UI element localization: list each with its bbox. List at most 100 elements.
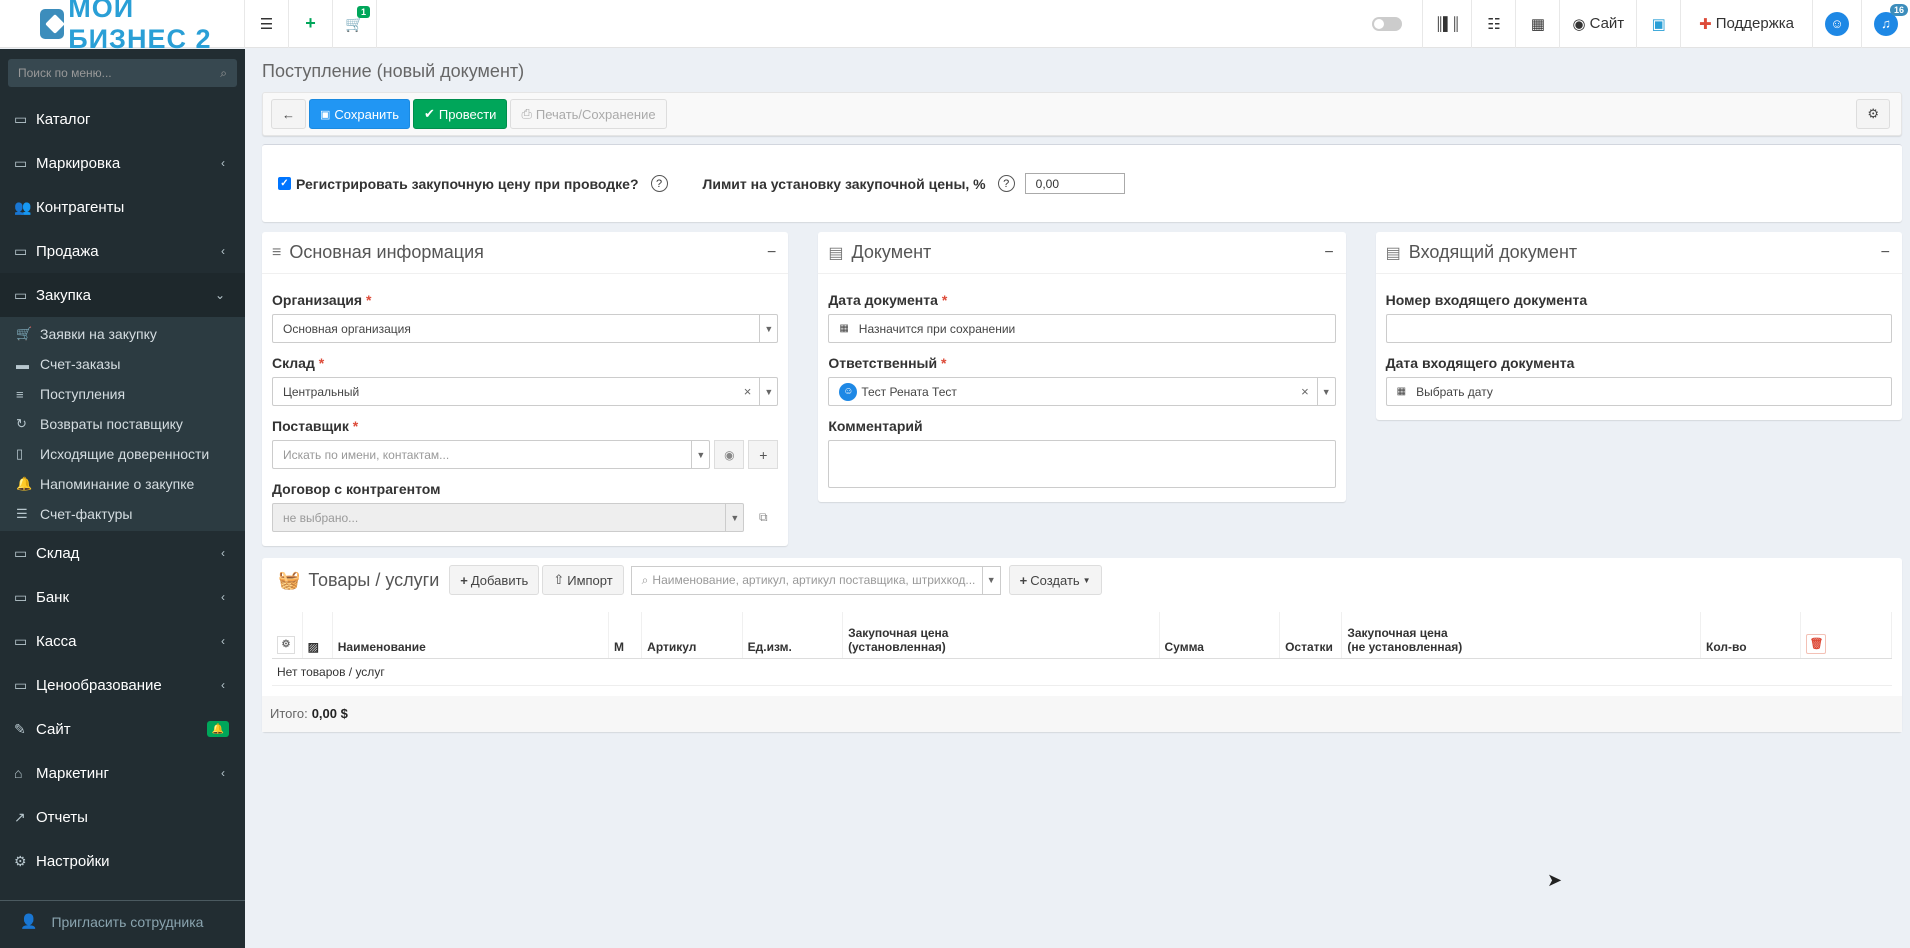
sidebar-item-purchase[interactable]: ▭ Закупка ⌄: [0, 273, 245, 317]
support-label: Поддержка: [1715, 15, 1794, 32]
app-button[interactable]: ▣: [1637, 0, 1682, 48]
chevron-down-icon: ⌄: [214, 288, 225, 302]
view-supplier-button[interactable]: ◉: [714, 440, 745, 469]
col-price-unset[interactable]: Закупочная цена (не установленная): [1341, 612, 1701, 659]
invite-employee-button[interactable]: 👤 Пригласить сотрудника: [0, 900, 245, 942]
col-price-set[interactable]: Закупочная цена (установленная): [842, 612, 1160, 659]
col-article[interactable]: Артикул: [641, 612, 743, 659]
support-button[interactable]: ✚ Поддержка: [1681, 0, 1813, 48]
cart-button[interactable]: 🛒 1: [333, 0, 377, 48]
sidebar-subitem-supplier-returns[interactable]: ↻ Возвраты поставщику: [0, 409, 245, 439]
sidebar-item-settings[interactable]: ⚙ Настройки: [0, 839, 245, 883]
calendar-button[interactable]: ▦: [1516, 0, 1561, 48]
clear-icon[interactable]: ×: [1301, 384, 1309, 399]
col-qty[interactable]: Кол-во: [1700, 612, 1802, 659]
doc-date-field[interactable]: ▦ Назначится при сохранении: [828, 314, 1336, 343]
sidebar-item-label: Склад: [36, 544, 80, 562]
back-button[interactable]: ←: [271, 99, 306, 129]
register-price-checkbox[interactable]: ✓: [278, 177, 291, 190]
contract-value: не выбрано...: [283, 510, 359, 525]
print-button[interactable]: ⎙ Печать/Сохранение: [510, 99, 667, 129]
trash-icon[interactable]: 🗑: [1806, 633, 1827, 654]
org-select[interactable]: Основная организация ▼: [272, 314, 779, 343]
add-goods-label: Добавить: [470, 572, 529, 588]
sidebar-subitem-label: Возвраты поставщику: [40, 416, 183, 432]
sidebar-subitem-outgoing-powers[interactable]: ▯ Исходящие доверенности: [0, 439, 245, 469]
sidebar-item-marking[interactable]: ▭ Маркировка ‹: [0, 141, 245, 185]
list-icon: ☰: [16, 506, 28, 521]
folder-icon: ▭: [14, 544, 28, 561]
limit-input[interactable]: 0,00: [1024, 173, 1125, 194]
clear-icon[interactable]: ×: [744, 384, 752, 399]
arrow-left-icon: ←: [282, 106, 295, 122]
table-row: Нет товаров / услуг: [272, 658, 1892, 686]
sidebar-item-catalog[interactable]: ▭ Каталог: [0, 97, 245, 141]
sidebar-item-site[interactable]: ✎ Сайт 🔔: [0, 707, 245, 751]
col-name[interactable]: Наименование: [332, 612, 610, 659]
menu-toggle-button[interactable]: ☰: [245, 0, 289, 48]
add-goods-button[interactable]: + Добавить: [449, 565, 540, 595]
sidebar-item-contractors[interactable]: 👥 Контрагенты: [0, 185, 245, 229]
sidebar-item-bank[interactable]: ▭ Банк ‹: [0, 575, 245, 619]
sidebar-item-reports[interactable]: ↗ Отчеты: [0, 795, 245, 839]
comment-textarea[interactable]: [828, 440, 1336, 488]
responsible-label: Ответственный: [828, 355, 938, 371]
save-button[interactable]: ▣ Сохранить: [309, 99, 411, 129]
site-label: Сайт: [1589, 15, 1625, 32]
document-header: ▤ Документ −: [818, 232, 1346, 274]
barcode-icon: ║▌║: [1434, 16, 1461, 31]
file-text-icon: ▤: [828, 244, 844, 262]
sidebar-item-sales[interactable]: ▭ Продажа ‹: [0, 229, 245, 273]
supplier-select[interactable]: Искать по имени, контактам... ▼: [272, 440, 711, 469]
sidebar-subitem-invoices[interactable]: ☰ Счет-фактуры: [0, 499, 245, 529]
document-settings-button[interactable]: ⚙: [1856, 99, 1890, 129]
sidebar-item-pricing[interactable]: ▭ Ценообразование ‹: [0, 663, 245, 707]
theme-toggle[interactable]: [1360, 0, 1422, 48]
collapse-button[interactable]: −: [1881, 244, 1890, 262]
post-button[interactable]: ✔ Провести: [413, 99, 508, 129]
warehouse-select[interactable]: Центральный × ▼: [272, 377, 779, 406]
menu-search-input[interactable]: Поиск по меню... ⌕: [8, 59, 237, 87]
sidebar-item-cash[interactable]: ▭ Касса ‹: [0, 619, 245, 663]
goods-search-input[interactable]: ⌕ Наименование, артикул, артикул поставщи…: [630, 565, 1001, 595]
folder-icon: ▭: [14, 154, 28, 171]
required-mark: *: [365, 292, 372, 308]
sidebar-item-marketing[interactable]: ⌂ Маркетинг ‹: [0, 751, 245, 795]
col-sum[interactable]: Сумма: [1159, 612, 1281, 659]
sidebar-subitem-invoice-orders[interactable]: ▬ Счет-заказы: [0, 349, 245, 379]
open-contract-button[interactable]: ⧉: [748, 503, 779, 532]
invite-label: Пригласить сотрудника: [51, 913, 204, 930]
notifications-button[interactable]: ♫ 16: [1862, 0, 1910, 48]
sidebar-subitem-purchase-requests[interactable]: 🛒 Заявки на закупку: [0, 319, 245, 349]
import-button[interactable]: ⇧ Импорт: [542, 565, 624, 595]
gear-icon[interactable]: ⚙: [277, 635, 295, 654]
add-supplier-button[interactable]: +: [748, 440, 779, 469]
site-button[interactable]: ◉ Сайт: [1560, 0, 1638, 48]
quick-add-button[interactable]: +: [289, 0, 333, 48]
help-icon[interactable]: ?: [650, 175, 668, 192]
empty-goods-text: Нет товаров / услуг: [272, 658, 1892, 686]
help-icon[interactable]: ?: [997, 175, 1015, 192]
incoming-number-input[interactable]: [1385, 314, 1892, 343]
sidebar-subitem-receipts[interactable]: ≡ Поступления: [0, 379, 245, 409]
collapse-button[interactable]: −: [767, 244, 776, 262]
collapse-button[interactable]: −: [1324, 244, 1333, 262]
sidebar-item-warehouse[interactable]: ▭ Склад ‹: [0, 531, 245, 575]
col-m[interactable]: М: [608, 612, 643, 659]
sidebar-subitem-label: Заявки на закупку: [40, 326, 157, 342]
col-unit[interactable]: Ед.изм.: [742, 612, 844, 659]
contract-select[interactable]: не выбрано... ▼: [272, 503, 745, 532]
gear-icon: ⚙: [14, 852, 27, 869]
col-stock[interactable]: Остатки: [1279, 612, 1343, 659]
create-dropdown-button[interactable]: + Создать ▼: [1008, 565, 1102, 595]
incoming-date-field[interactable]: ▦ Выбрать дату: [1385, 377, 1892, 406]
sidebar-subitem-purchase-reminder[interactable]: 🔔 Напоминание о закупке: [0, 469, 245, 499]
required-mark: *: [352, 418, 359, 434]
barcode-button[interactable]: ║▌║: [1421, 0, 1473, 48]
responsible-select[interactable]: ☺ Тест Рената Тест × ▼: [828, 377, 1336, 406]
user-profile-button[interactable]: ☺: [1813, 0, 1862, 48]
list-button[interactable]: ☷: [1472, 0, 1517, 48]
mobile-app-icon: ▣: [1651, 15, 1666, 33]
app-logo[interactable]: МОЙ БИЗНЕС 2: [0, 0, 245, 54]
save-label: Сохранить: [334, 106, 400, 122]
